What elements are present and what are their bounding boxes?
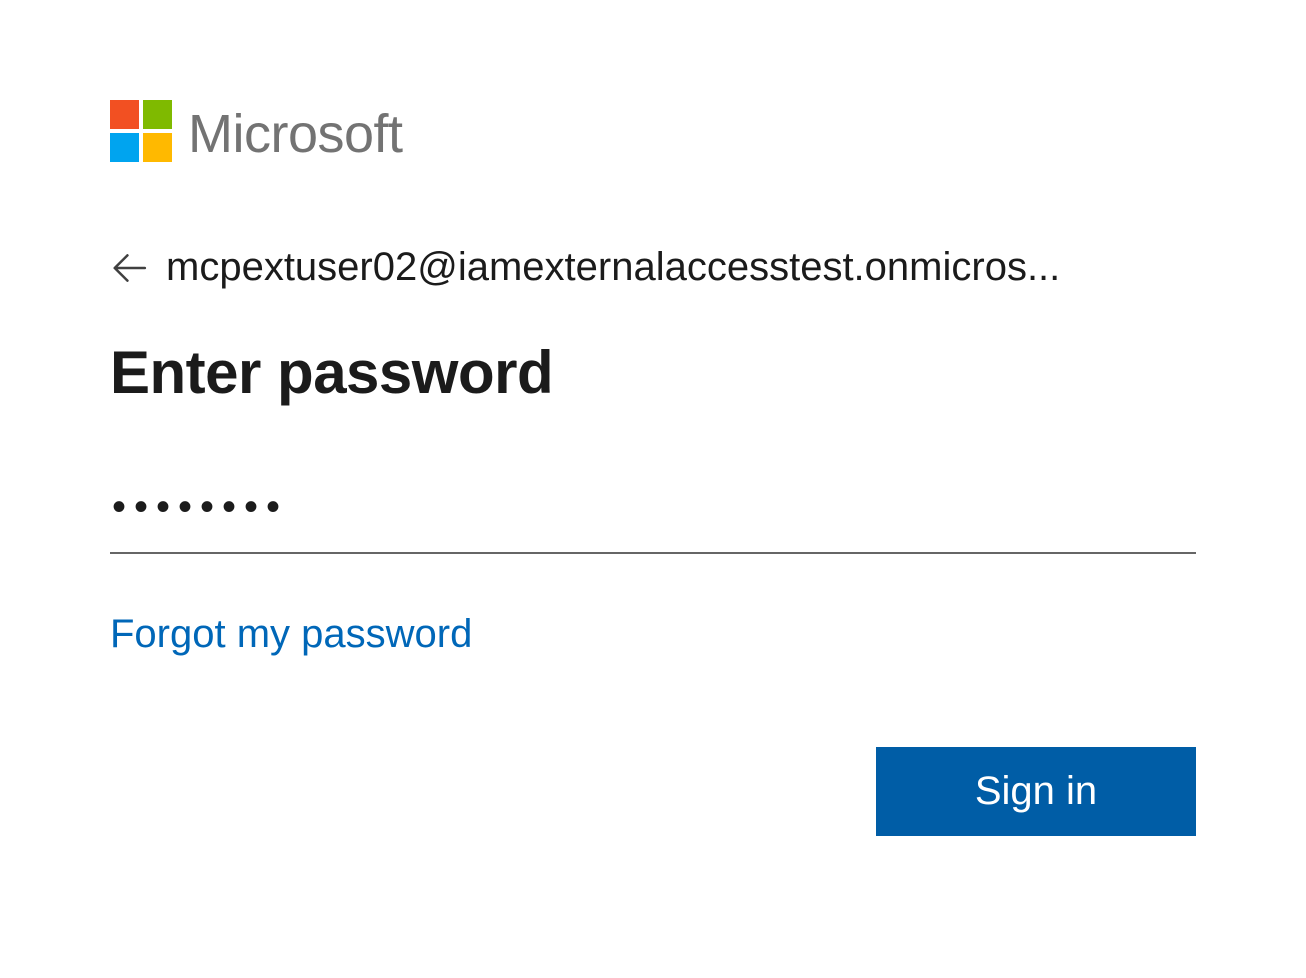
microsoft-logo-icon [110,100,172,167]
brand-name: Microsoft [188,103,403,165]
arrow-left-icon [110,249,148,287]
account-email: mcpextuser02@iamexternalaccesstest.onmic… [166,245,1060,290]
identity-row: mcpextuser02@iamexternalaccesstest.onmic… [110,245,1196,290]
brand-row: Microsoft [110,100,1196,167]
page-title: Enter password [110,338,1196,407]
forgot-password-link[interactable]: Forgot my password [110,612,472,657]
signin-button[interactable]: Sign in [876,747,1196,836]
button-row: Sign in [110,747,1196,836]
password-input[interactable] [110,479,1196,554]
login-panel: Microsoft mcpextuser02@iamexternalaccess… [110,100,1196,836]
back-button[interactable] [110,249,148,287]
